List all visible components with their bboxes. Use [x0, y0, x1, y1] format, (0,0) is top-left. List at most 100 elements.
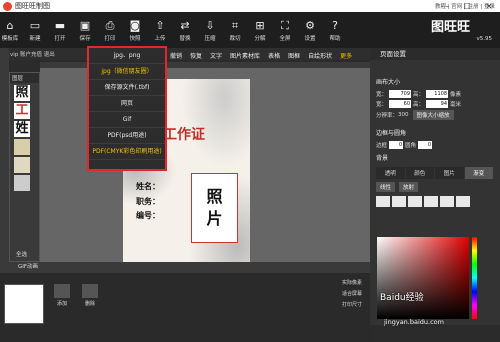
view-options: 实际像素 适合屏幕 打印尺寸	[342, 278, 362, 311]
toolbar-settings[interactable]: ⚙ 设置	[300, 12, 320, 48]
account-links[interactable]: 教程 | 官网 | 注册 | 登录	[435, 2, 495, 10]
badge-title[interactable]: 工作证	[163, 124, 205, 144]
print-size[interactable]: 打印尺寸	[342, 300, 362, 311]
vip-links[interactable]: vip 账户充值 退出	[10, 50, 55, 58]
dpi-value[interactable]: 300	[398, 112, 409, 118]
layers-panel: 图层 照 工 姓 全选	[9, 72, 40, 262]
radial-gradient-button[interactable]: 放射	[399, 182, 419, 192]
layer-thumb[interactable]	[14, 139, 30, 155]
toolbar-label: 快照	[129, 35, 141, 42]
position-field[interactable]: 职务：	[136, 196, 160, 207]
redo-button[interactable]: 恢复	[190, 51, 202, 60]
crop-icon: ⌗	[231, 18, 239, 32]
layer-thumb[interactable]: 照	[14, 85, 30, 101]
version-label: v5.95	[476, 36, 492, 42]
linear-gradient-button[interactable]: 线性	[376, 182, 396, 192]
tab-image[interactable]: 图片	[435, 167, 464, 179]
color-picker[interactable]	[377, 237, 469, 319]
compress-icon: ⇩	[205, 18, 215, 32]
toolbar-fullscreen[interactable]: ⛶ 全屏	[275, 12, 295, 48]
border-label: 边框	[376, 143, 388, 149]
shape-button[interactable]: 自绘形状	[308, 51, 332, 60]
tab-gradient[interactable]: 渐变	[464, 167, 493, 179]
save-menu: jpg、png jpg（微信朋友圈） 保存源文件(.tbf) 网页 Gif PD…	[87, 46, 167, 171]
select-all-button[interactable]: 全选	[14, 249, 29, 259]
delete-label: 删除	[84, 301, 95, 307]
main-toolbar: ⌂ 模板库 ▭ 新建 ▬ 打开 ▣ 保存 ⎙ 打印 ◙ 快照 ⇧ 上传 ⇄ 替换 ⇩ 压缩 ⌗ 裁切…	[0, 12, 500, 48]
toolbar-label: 分解	[254, 35, 266, 42]
text-button[interactable]: 文字	[210, 51, 222, 60]
actual-pixels[interactable]: 实际像素	[342, 278, 362, 289]
toolbar-label: 裁切	[229, 35, 241, 42]
new-file-icon: ▭	[29, 18, 41, 32]
toolbar-save[interactable]: ▣ 保存	[75, 12, 95, 48]
dpi-label: 分辨率：	[376, 113, 399, 119]
save-jpg-wechat[interactable]: jpg（微信朋友圈）	[89, 64, 165, 80]
toolbar-label: 新建	[29, 35, 41, 42]
photo-text: 照	[206, 187, 223, 206]
undo-button[interactable]: 撤销	[170, 51, 182, 60]
name-field[interactable]: 姓名：	[136, 181, 160, 192]
radius-input[interactable]: 0	[418, 141, 433, 149]
swatch[interactable]	[424, 196, 438, 207]
toolbar-label: 打开	[54, 35, 66, 42]
layer-thumb[interactable]	[14, 175, 30, 191]
table-button[interactable]: 表格	[268, 51, 280, 60]
toolbar-snapshot[interactable]: ◙ 快照	[125, 12, 145, 48]
swatch[interactable]	[392, 196, 406, 207]
image-library-button[interactable]: 图片素材库	[230, 51, 260, 60]
toolbar-open[interactable]: ▬ 打开	[50, 12, 70, 48]
mm-unit: 毫米	[450, 102, 462, 108]
hue-slider[interactable]	[472, 237, 477, 319]
toolbar-help[interactable]: ? 帮助	[325, 12, 345, 48]
toolbar-replace[interactable]: ⇄ 替换	[175, 12, 195, 48]
toolbar-upload[interactable]: ⇧ 上传	[150, 12, 170, 48]
frame-thumbnail[interactable]	[4, 284, 44, 324]
dpi-row: 分辨率： 300 图像大小缩放	[370, 109, 500, 121]
frame-button[interactable]: 图框	[288, 51, 300, 60]
fit-screen[interactable]: 适合屏幕	[342, 289, 362, 300]
swatch[interactable]	[408, 196, 422, 207]
save-webpage[interactable]: 网页	[89, 96, 165, 112]
px-unit: 像素	[450, 92, 462, 98]
number-field[interactable]: 编号：	[136, 210, 160, 221]
width-mm-input[interactable]: 60	[389, 100, 412, 108]
help-icon: ?	[332, 18, 338, 32]
save-gif[interactable]: Gif	[89, 112, 165, 128]
swatch[interactable]	[376, 196, 390, 207]
toolbar-crop[interactable]: ⌗ 裁切	[225, 12, 245, 48]
toolbar-new[interactable]: ▭ 新建	[25, 12, 45, 48]
swatch[interactable]	[440, 196, 454, 207]
layer-thumb[interactable]: 工	[14, 103, 30, 119]
photo-placeholder[interactable]: 照 片	[191, 173, 238, 243]
toolbar-print[interactable]: ⎙ 打印	[100, 12, 120, 48]
toolbar-template-library[interactable]: ⌂ 模板库	[0, 12, 20, 48]
height-px-input[interactable]: 1108	[426, 90, 449, 98]
swatch[interactable]	[456, 196, 470, 207]
add-frame-button[interactable]: 添加	[52, 284, 72, 307]
app-logo-icon	[3, 1, 12, 11]
border-row: 边框 0 圆角 0	[370, 140, 500, 150]
save-pdf-psd[interactable]: PDF(psd用途)	[89, 128, 165, 144]
toolbar-label: 模板库	[1, 35, 19, 42]
height-label: 高：	[413, 102, 425, 108]
image-resize-button[interactable]: 图像大小缩放	[412, 110, 454, 120]
save-pdf-cmyk[interactable]: PDF(CMYK彩色印刷用途)	[89, 144, 165, 160]
border-input[interactable]: 0	[389, 141, 404, 149]
height-mm-input[interactable]: 94	[426, 100, 449, 108]
toolbar-split[interactable]: ⊞ 分解	[250, 12, 270, 48]
save-jpg-png[interactable]: jpg、png	[89, 48, 165, 64]
tab-color[interactable]: 颜色	[405, 167, 434, 179]
upload-icon: ⇧	[155, 18, 165, 32]
brand-logo: 图旺旺	[430, 20, 470, 35]
toolbar-label: 设置	[304, 35, 316, 42]
delete-frame-button[interactable]: 删除	[80, 284, 100, 307]
tab-transparent[interactable]: 透明	[376, 167, 405, 179]
save-source-file[interactable]: 保存源文件(.tbf)	[89, 80, 165, 96]
border-radius-heading: 边框与圆角	[376, 130, 407, 137]
width-px-input[interactable]: 709	[389, 90, 412, 98]
toolbar-compress[interactable]: ⇩ 压缩	[200, 12, 220, 48]
layer-thumb[interactable]: 姓	[14, 121, 30, 137]
layer-thumb[interactable]	[14, 157, 30, 173]
more-button[interactable]: 更多	[340, 51, 352, 60]
